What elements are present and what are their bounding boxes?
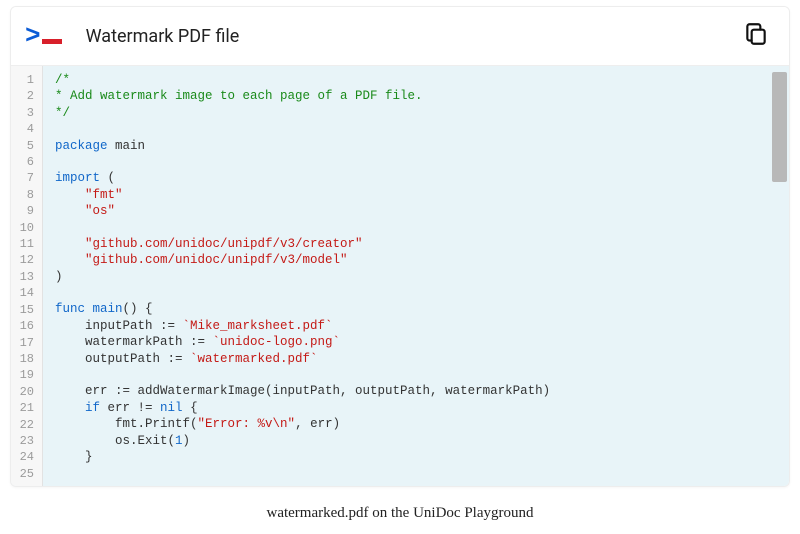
code-line: err := addWatermarkImage(inputPath, outp…	[55, 383, 789, 399]
code-line: watermarkPath := `unidoc-logo.png`	[55, 334, 789, 350]
code-line: /*	[55, 72, 789, 88]
code-line: inputPath := `Mike_marksheet.pdf`	[55, 318, 789, 334]
code-line: func main() {	[55, 301, 789, 317]
line-number: 12	[11, 252, 42, 268]
code-line: */	[55, 105, 789, 121]
code-line: "fmt"	[55, 187, 789, 203]
line-number: 8	[11, 187, 42, 203]
code-line: )	[55, 269, 789, 285]
line-number: 4	[11, 121, 42, 137]
line-number: 19	[11, 367, 42, 383]
scrollbar-thumb[interactable]	[772, 72, 787, 182]
line-number: 25	[11, 466, 42, 482]
line-number: 14	[11, 285, 42, 301]
copy-button[interactable]	[743, 21, 769, 51]
code-line: "github.com/unidoc/unipdf/v3/creator"	[55, 236, 789, 252]
line-number: 15	[11, 302, 42, 318]
code-area[interactable]: /** Add watermark image to each page of …	[43, 66, 789, 486]
line-number: 13	[11, 269, 42, 285]
prompt-icon: >	[25, 21, 62, 51]
code-line	[55, 220, 789, 236]
line-number: 20	[11, 384, 42, 400]
code-line: os.Exit(1)	[55, 433, 789, 449]
copy-icon	[743, 21, 769, 47]
line-number: 6	[11, 154, 42, 170]
code-line: }	[55, 449, 789, 465]
code-line	[55, 367, 789, 383]
code-line	[55, 121, 789, 137]
code-line	[55, 285, 789, 301]
line-number: 11	[11, 236, 42, 252]
code-line: if err != nil {	[55, 400, 789, 416]
line-number: 2	[11, 88, 42, 104]
code-line: "github.com/unidoc/unipdf/v3/model"	[55, 252, 789, 268]
code-line: import (	[55, 170, 789, 186]
line-number: 21	[11, 400, 42, 416]
underscore-icon	[42, 39, 62, 44]
header-left: > Watermark PDF file	[25, 21, 239, 51]
code-line: package main	[55, 138, 789, 154]
code-line	[55, 154, 789, 170]
line-number: 7	[11, 170, 42, 186]
header-bar: > Watermark PDF file	[11, 7, 789, 66]
line-number: 10	[11, 220, 42, 236]
line-gutter: 1234567891011121314151617181920212223242…	[11, 66, 43, 486]
line-number: 24	[11, 449, 42, 465]
code-card: > Watermark PDF file 1234567891011121314…	[10, 6, 790, 487]
line-number: 23	[11, 433, 42, 449]
line-number: 18	[11, 351, 42, 367]
code-line: fmt.Printf("Error: %v\n", err)	[55, 416, 789, 432]
code-line: "os"	[55, 203, 789, 219]
chevron-icon: >	[25, 21, 39, 51]
line-number: 17	[11, 335, 42, 351]
line-number: 1	[11, 72, 42, 88]
line-number: 22	[11, 417, 42, 433]
code-line: * Add watermark image to each page of a …	[55, 88, 789, 104]
line-number: 5	[11, 138, 42, 154]
line-number: 9	[11, 203, 42, 219]
line-number: 3	[11, 105, 42, 121]
line-number: 16	[11, 318, 42, 334]
code-line	[55, 465, 789, 481]
code-editor[interactable]: 1234567891011121314151617181920212223242…	[11, 66, 789, 486]
page-title: Watermark PDF file	[86, 26, 240, 47]
code-line: outputPath := `watermarked.pdf`	[55, 351, 789, 367]
